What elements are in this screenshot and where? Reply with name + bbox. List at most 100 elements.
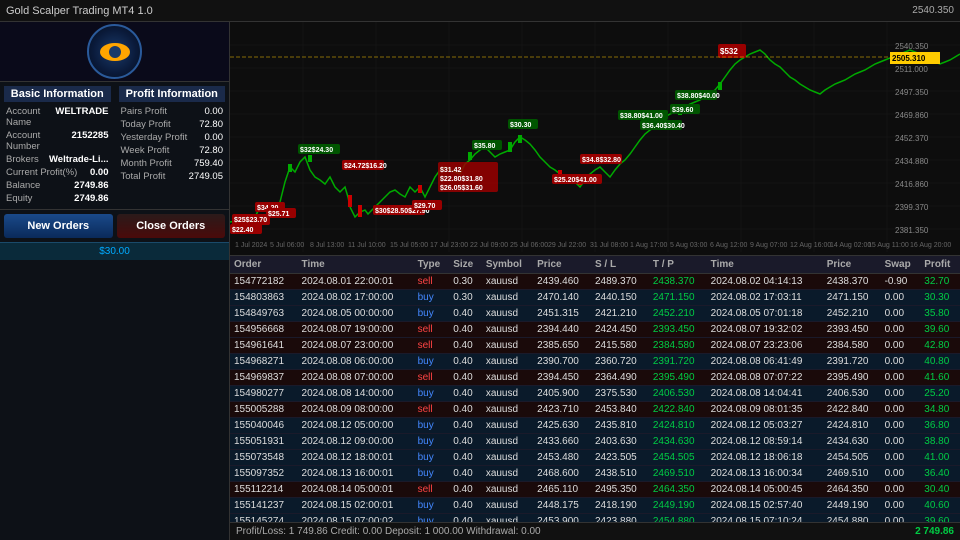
table-row: 155073548 2024.08.12 18:00:01 buy 0.40 x… (230, 450, 960, 466)
svg-text:2540.350: 2540.350 (895, 42, 929, 51)
svg-text:$25.20$41.00: $25.20$41.00 (554, 177, 597, 184)
cell-symbol: xauusd (482, 498, 533, 514)
cell-price: 2394.440 (533, 322, 591, 338)
cell-sl: 2418.190 (591, 498, 649, 514)
cell-size: 0.40 (449, 322, 482, 338)
cell-close-time: 2024.08.02 04:14:13 (707, 274, 823, 290)
cell-close-time: 2024.08.05 07:01:18 (707, 306, 823, 322)
cell-open-time: 2024.08.14 05:00:01 (298, 482, 414, 498)
cell-close-price: 2384.580 (823, 338, 881, 354)
price-chart: 2540.350 2511.000 2497.350 2469.860 2452… (230, 22, 960, 252)
svg-text:$38.80$40.00: $38.80$40.00 (677, 93, 720, 100)
profit-info-row: Week Profit72.80 (119, 144, 226, 157)
cell-type: buy (414, 354, 450, 370)
cell-order: 155040046 (230, 418, 298, 434)
profit-value: 72.80 (199, 119, 223, 130)
cell-type: buy (414, 306, 450, 322)
close-orders-button[interactable]: Close Orders (117, 214, 226, 238)
cell-close-time: 2024.08.13 16:00:34 (707, 466, 823, 482)
cell-price: 2451.315 (533, 306, 591, 322)
cell-symbol: xauusd (482, 290, 533, 306)
action-buttons: New Orders Close Orders (0, 210, 229, 242)
logo-icon (87, 24, 142, 79)
cell-swap: -0.90 (881, 274, 921, 290)
basic-info-title: Basic Information (4, 86, 111, 102)
cell-close-price: 2454.505 (823, 450, 881, 466)
basic-info-row: Current Profit(%)0.00 (4, 166, 111, 179)
svg-text:$25$23.70: $25$23.70 (234, 217, 267, 224)
info-sections: Basic Information Account NameWELTRADEAc… (0, 82, 229, 210)
cell-price: 2405.900 (533, 386, 591, 402)
cell-price: 2470.140 (533, 290, 591, 306)
table-row: 154772182 2024.08.01 22:00:01 sell 0.30 … (230, 274, 960, 290)
cell-close-time: 2024.08.14 05:00:45 (707, 482, 823, 498)
table-row: 154968271 2024.08.08 06:00:00 buy 0.40 x… (230, 354, 960, 370)
new-orders-button[interactable]: New Orders (4, 214, 113, 238)
balance-display: $30.00 (0, 242, 229, 260)
cell-order: 155051931 (230, 434, 298, 450)
cell-symbol: xauusd (482, 306, 533, 322)
cell-size: 0.40 (449, 418, 482, 434)
cell-close-price: 2449.190 (823, 498, 881, 514)
top-bar: Gold Scalper Trading MT4 1.0 2540.350 (0, 0, 960, 22)
cell-swap: 0.00 (881, 338, 921, 354)
cell-symbol: xauusd (482, 354, 533, 370)
cell-profit: 30.40 (920, 482, 960, 498)
table-row: 155097352 2024.08.13 16:00:01 buy 0.40 x… (230, 466, 960, 482)
col-sl: S / L (591, 256, 649, 274)
logo-area (0, 22, 229, 82)
profit-info-title: Profit Information (119, 86, 226, 102)
cell-type: buy (414, 290, 450, 306)
cell-tp: 2393.450 (649, 322, 707, 338)
col-swap: Swap (881, 256, 921, 274)
cell-sl: 2489.370 (591, 274, 649, 290)
svg-text:$34.8$32.80: $34.8$32.80 (582, 157, 621, 164)
cell-profit: 42.80 (920, 338, 960, 354)
cell-type: sell (414, 338, 450, 354)
basic-info-rows: Account NameWELTRADEAccount Number215228… (4, 105, 111, 205)
cell-symbol: xauusd (482, 402, 533, 418)
cell-price: 2385.650 (533, 338, 591, 354)
svg-text:12 Aug 16:00: 12 Aug 16:00 (790, 242, 831, 249)
cell-sl: 2453.840 (591, 402, 649, 418)
cell-order: 154969837 (230, 370, 298, 386)
cell-profit: 39.60 (920, 322, 960, 338)
cell-tp: 2391.720 (649, 354, 707, 370)
info-label: Brokers (6, 154, 39, 165)
table-row: 155141237 2024.08.15 02:00:01 buy 0.40 x… (230, 498, 960, 514)
profit-value: 72.80 (199, 145, 223, 156)
svg-text:2469.860: 2469.860 (895, 111, 929, 120)
cell-size: 0.30 (449, 290, 482, 306)
svg-text:8 Jul 13:00: 8 Jul 13:00 (310, 242, 344, 249)
cell-type: buy (414, 418, 450, 434)
basic-info-row: Balance2749.86 (4, 179, 111, 192)
svg-text:$36.40$30.40: $36.40$30.40 (642, 123, 685, 130)
col-profit: Profit (920, 256, 960, 274)
svg-text:2505.310: 2505.310 (892, 54, 926, 63)
cell-close-price: 2471.150 (823, 290, 881, 306)
svg-text:2416.860: 2416.860 (895, 180, 929, 189)
cell-sl: 2364.490 (591, 370, 649, 386)
profit-info-row: Total Profit2749.05 (119, 170, 226, 183)
cell-symbol: xauusd (482, 434, 533, 450)
chart-area: 2540.350 2511.000 2497.350 2469.860 2452… (230, 22, 960, 540)
profit-value: 759.40 (194, 158, 223, 169)
cell-tp: 2454.505 (649, 450, 707, 466)
table-row: 154803863 2024.08.02 17:00:00 buy 0.30 x… (230, 290, 960, 306)
svg-text:$24.72$16.20: $24.72$16.20 (344, 163, 387, 170)
cell-tp: 2395.490 (649, 370, 707, 386)
cell-swap: 0.00 (881, 450, 921, 466)
cell-open-time: 2024.08.08 06:00:00 (298, 354, 414, 370)
cell-close-price: 2406.530 (823, 386, 881, 402)
col-tp: T / P (649, 256, 707, 274)
cell-sl: 2424.450 (591, 322, 649, 338)
cell-size: 0.40 (449, 338, 482, 354)
trade-table-container[interactable]: Order Time Type Size Symbol Price S / L … (230, 255, 960, 540)
cell-size: 0.40 (449, 386, 482, 402)
basic-info-row: BrokersWeltrade-Li... (4, 153, 111, 166)
svg-text:$22.40: $22.40 (232, 227, 254, 234)
col-close-time: Time (707, 256, 823, 274)
info-label: Current Profit(%) (6, 167, 77, 178)
cell-profit: 35.80 (920, 306, 960, 322)
info-value: 2749.86 (74, 180, 108, 191)
